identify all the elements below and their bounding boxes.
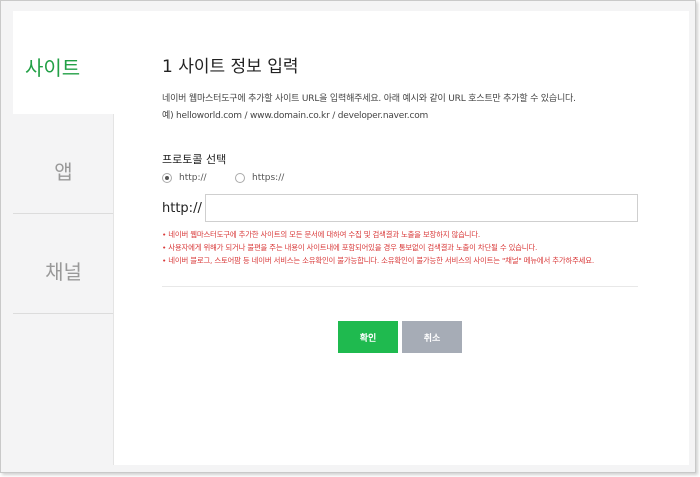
- cancel-button[interactable]: 취소: [402, 321, 462, 353]
- example-text: 예) helloworld.com / www.domain.co.kr / d…: [162, 111, 429, 121]
- tab-app-label: 앱: [54, 160, 73, 184]
- notice-list: • 네이버 웹마스터도구에 추가한 사이트의 모든 문서에 대하여 수집 및 검…: [162, 228, 594, 267]
- radio-http[interactable]: http://: [162, 173, 207, 183]
- notice-item: • 네이버 웹마스터도구에 추가한 사이트의 모든 문서에 대하여 수집 및 검…: [162, 230, 481, 239]
- tab-site-label: 사이트: [25, 56, 81, 80]
- description-text: 네이버 웹마스터도구에 추가할 사이트 URL을 입력해주세요. 아래 예시와 …: [162, 94, 576, 104]
- url-prefix: http://: [162, 201, 202, 216]
- radio-https-label: https://: [252, 173, 285, 183]
- site-url-input[interactable]: [205, 194, 638, 222]
- radio-http-label: http://: [179, 173, 207, 183]
- radio-http-indicator[interactable]: [162, 173, 172, 183]
- notice-item: • 사용자에게 위해가 되거나 불편을 주는 내용이 사이트내에 포함되어있을 …: [162, 243, 538, 252]
- tab-channel-label: 채널: [45, 260, 82, 284]
- main-panel: 1 사이트 정보 입력 네이버 웹마스터도구에 추가할 사이트 URL을 입력해…: [113, 11, 689, 465]
- divider: [162, 286, 638, 287]
- tab-site[interactable]: 사이트: [13, 11, 114, 114]
- protocol-title: 프로토콜 선택: [162, 153, 227, 166]
- page-frame: 사이트 앱 채널 1 사이트 정보 입력 네이버 웹마스터도구에 추가할 사이트…: [0, 0, 696, 473]
- page-title: 1 사이트 정보 입력: [162, 57, 299, 77]
- tab-channel[interactable]: 채널: [13, 214, 114, 314]
- sidebar: 사이트 앱 채널: [13, 11, 114, 316]
- confirm-button[interactable]: 확인: [338, 321, 398, 353]
- notice-item: • 네이버 블로그, 스토어팜 등 네이버 서비스는 소유확인이 불가능합니다.…: [162, 256, 595, 265]
- radio-https[interactable]: https://: [235, 173, 284, 183]
- radio-https-indicator[interactable]: [235, 173, 245, 183]
- tab-app[interactable]: 앱: [13, 114, 114, 214]
